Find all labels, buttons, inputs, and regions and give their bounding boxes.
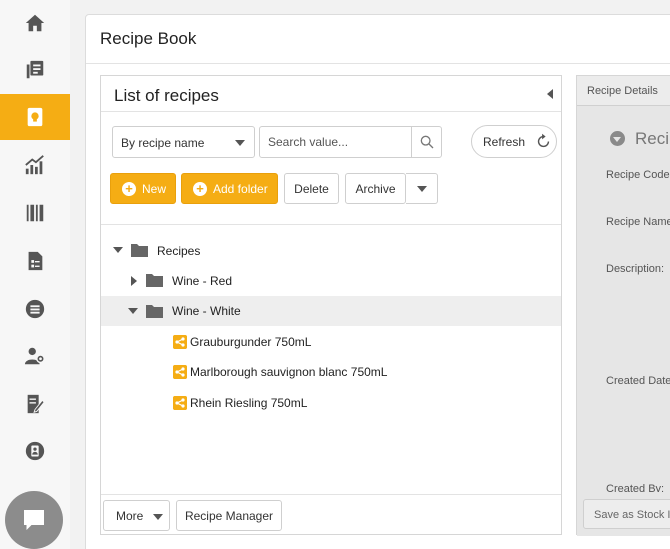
sidebar-item-list[interactable] xyxy=(0,286,70,332)
tree-node-label: Wine - Red xyxy=(172,274,233,288)
tree-node-recipe[interactable]: Grauburgunder 750mL xyxy=(101,327,561,357)
expand-arrow-icon[interactable] xyxy=(131,276,137,286)
folder-icon xyxy=(146,274,163,287)
tab-recipe-details[interactable]: Recipe Details xyxy=(577,76,670,106)
divider xyxy=(86,63,670,64)
expand-arrow-icon[interactable] xyxy=(128,308,138,314)
share-icon xyxy=(173,365,187,379)
divider xyxy=(101,224,561,225)
user-settings-icon xyxy=(24,347,45,365)
chevron-down-icon xyxy=(235,140,245,146)
panel-header: List of recipes xyxy=(101,76,561,112)
collapse-arrow-icon[interactable] xyxy=(547,89,553,99)
refresh-label: Refresh xyxy=(483,134,526,149)
tree-node-label: Wine - White xyxy=(172,304,241,318)
more-button[interactable]: More xyxy=(103,500,170,531)
delete-button[interactable]: Delete xyxy=(284,173,339,204)
sidebar-item-user-settings[interactable] xyxy=(0,333,70,379)
recipe-manager-button[interactable]: Recipe Manager xyxy=(176,500,282,531)
panel-title: List of recipes xyxy=(114,86,219,105)
recipe-list-panel: List of recipes By recipe name Refresh +… xyxy=(100,75,562,535)
recipe-manager-label: Recipe Manager xyxy=(184,508,274,523)
tree-node-label: Marlborough sauvignon blanc 750mL xyxy=(190,365,388,379)
tree-node-root[interactable]: Recipes xyxy=(101,236,561,266)
sidebar-item-recipe-book[interactable] xyxy=(0,94,70,140)
save-as-stock-button[interactable]: Save as Stock I xyxy=(583,499,670,529)
divider xyxy=(101,494,561,495)
filter-select[interactable]: By recipe name xyxy=(112,126,255,158)
contact-card-icon xyxy=(25,441,45,461)
search-button[interactable] xyxy=(411,127,441,157)
add-folder-label: Add folder xyxy=(213,181,268,196)
search-input[interactable] xyxy=(260,127,412,157)
plus-icon: + xyxy=(193,181,207,196)
filter-select-value: By recipe name xyxy=(121,136,205,150)
delete-label: Delete xyxy=(294,181,329,196)
analytics-icon xyxy=(25,155,44,175)
report-icon xyxy=(28,251,43,271)
tree-node-recipe[interactable]: Marlborough sauvignon blanc 750mL xyxy=(101,357,561,387)
page-title: Recipe Book xyxy=(100,29,197,48)
add-folder-button[interactable]: + Add folder xyxy=(181,173,278,204)
share-icon xyxy=(173,335,187,349)
documents-icon xyxy=(26,60,44,79)
chat-bubble-icon xyxy=(24,510,44,530)
sidebar-item-report[interactable] xyxy=(0,238,70,284)
new-label: New xyxy=(142,181,167,196)
archive-dropdown-button[interactable] xyxy=(406,173,438,204)
sidebar xyxy=(0,0,70,549)
search-icon xyxy=(420,135,433,149)
sidebar-item-contact-card[interactable] xyxy=(0,428,70,474)
chevron-down-icon xyxy=(153,514,163,520)
plus-icon: + xyxy=(122,181,136,196)
home-icon xyxy=(25,14,45,32)
recipe-book-icon xyxy=(27,107,43,127)
refresh-button[interactable]: Refresh xyxy=(471,125,557,158)
recipe-details-panel: Recipe Details Reci Recipe Code Recipe N… xyxy=(576,75,670,536)
expand-arrow-icon[interactable] xyxy=(113,247,123,253)
folder-icon xyxy=(146,305,163,318)
sidebar-item-barcode[interactable] xyxy=(0,190,70,236)
tree-node-folder[interactable]: Wine - White xyxy=(101,296,561,326)
recipe-code-label: Recipe Code xyxy=(606,169,670,181)
tree-node-label: Rhein Riesling 750mL xyxy=(190,396,308,410)
description-label: Description: xyxy=(606,263,665,275)
archive-button[interactable]: Archive xyxy=(345,173,406,204)
folder-icon xyxy=(131,244,148,257)
recipe-name-label: Recipe Name xyxy=(606,216,670,228)
chevron-down-icon xyxy=(416,185,427,192)
refresh-icon xyxy=(537,133,550,148)
barcode-icon xyxy=(26,204,44,222)
tree-node-label: Grauburgunder 750mL xyxy=(190,335,312,349)
more-label: More xyxy=(116,508,144,523)
sidebar-item-analytics[interactable] xyxy=(0,142,70,188)
tree-node-folder[interactable]: Wine - Red xyxy=(101,266,561,296)
sidebar-item-home[interactable] xyxy=(0,0,70,46)
share-icon xyxy=(173,396,187,410)
details-heading: Reci xyxy=(635,129,670,148)
sidebar-item-edit-document[interactable] xyxy=(0,381,70,427)
new-button[interactable]: + New xyxy=(110,173,176,204)
search-box xyxy=(259,126,442,158)
created-date-label: Created Date xyxy=(606,375,670,387)
collapse-circle-icon[interactable] xyxy=(610,131,625,146)
tree-node-recipe[interactable]: Rhein Riesling 750mL xyxy=(101,388,561,418)
edit-document-icon xyxy=(27,394,45,414)
sidebar-item-documents[interactable] xyxy=(0,47,70,93)
details-body: Reci Recipe Code Recipe Name Description… xyxy=(577,106,670,495)
archive-label: Archive xyxy=(355,181,396,196)
chat-button[interactable] xyxy=(5,491,63,549)
list-icon xyxy=(25,299,45,319)
tree-node-label: Recipes xyxy=(157,244,201,258)
